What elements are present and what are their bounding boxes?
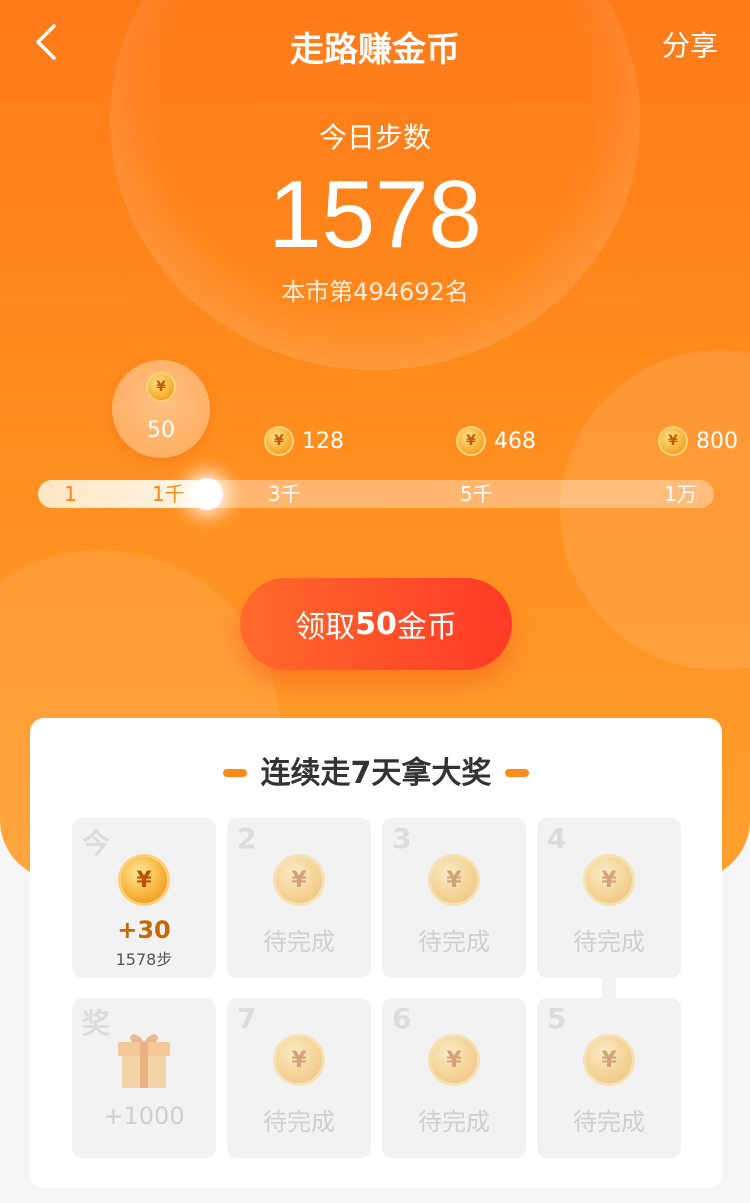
steps-count: 1578 <box>268 161 482 268</box>
city-rank: 本市第494692名 <box>281 278 469 306</box>
day-cell-5: 5 ¥ 待完成 <box>537 998 681 1158</box>
milestone-reward-label: 468 <box>494 428 536 454</box>
day-status: 待完成 <box>263 928 335 956</box>
milestone-reward-468: ¥ 468 <box>456 426 536 456</box>
day-label: 3 <box>392 822 412 855</box>
gift-box-icon <box>118 1034 170 1088</box>
coin-icon: ¥ <box>273 854 325 906</box>
title-dash-right <box>505 768 530 777</box>
coin-icon: ¥ <box>146 372 176 402</box>
milestone-reward-label: 128 <box>302 428 344 454</box>
day-status: 待完成 <box>573 928 645 956</box>
row-connector <box>602 978 616 998</box>
tick-label: 1万 <box>664 482 697 506</box>
claim-prefix: 领取 <box>295 610 356 645</box>
tick-label: 1千 <box>152 482 185 506</box>
tick-label: 5千 <box>460 482 493 506</box>
day-label: 4 <box>547 822 567 855</box>
day-cell-3: 3 ¥ 待完成 <box>382 818 526 978</box>
milestone-reward-128: ¥ 128 <box>264 426 344 456</box>
share-button[interactable]: 分享 <box>662 24 718 64</box>
current-milestone-bubble[interactable]: ¥ 50 <box>112 360 210 458</box>
streak-card: 连续走7天拿大奖 今 ¥ +30 1578步 2 ¥ 待完成 3 ¥ 待完成 4… <box>30 718 722 1188</box>
tick-label: 1 <box>64 482 77 506</box>
day-cell-7: 7 ¥ 待完成 <box>227 998 371 1158</box>
progress-knob <box>191 478 223 510</box>
day-cell-today[interactable]: 今 ¥ +30 1578步 <box>72 818 216 978</box>
claim-coins-button[interactable]: 领取 50 金币 <box>240 578 512 670</box>
streak-title-text: 连续走7天拿大奖 <box>260 756 492 791</box>
day-reward: +30 <box>117 916 171 944</box>
hero-blob-right <box>560 350 750 670</box>
day-label: 7 <box>237 1002 257 1035</box>
day-cell-6: 6 ¥ 待完成 <box>382 998 526 1158</box>
coin-icon: ¥ <box>583 854 635 906</box>
steps-label: 今日步数 <box>318 121 431 154</box>
streak-title: 连续走7天拿大奖 <box>30 748 722 792</box>
day-cell-2: 2 ¥ 待完成 <box>227 818 371 978</box>
coin-icon: ¥ <box>273 1034 325 1086</box>
day-status: 待完成 <box>418 1108 490 1136</box>
day-label: 6 <box>392 1002 412 1035</box>
day-status: 待完成 <box>573 1108 645 1136</box>
coin-icon: ¥ <box>428 1034 480 1086</box>
page-title: 走路赚金币 <box>290 30 460 70</box>
coin-icon: ¥ <box>118 854 170 906</box>
coin-icon: ¥ <box>583 1034 635 1086</box>
day-cell-prize: 奖 +1000 <box>72 998 216 1158</box>
day-status: 待完成 <box>418 928 490 956</box>
coin-icon: ¥ <box>264 426 294 456</box>
day-cell-4: 4 ¥ 待完成 <box>537 818 681 978</box>
day-steps: 1578步 <box>115 950 173 969</box>
day-label: 今 <box>82 827 111 860</box>
step-progress-bar: 1 1千 3千 5千 1万 <box>38 478 714 510</box>
prize-reward: +1000 <box>103 1102 185 1130</box>
day-label: 奖 <box>82 1007 111 1040</box>
top-bar: 走路赚金币 分享 <box>0 0 750 88</box>
claim-amount: 50 <box>355 606 397 642</box>
coin-icon: ¥ <box>658 426 688 456</box>
milestone-reward-label: 800 <box>696 428 738 454</box>
milestone-reward-800: ¥ 800 <box>658 426 738 456</box>
title-dash-left <box>222 768 247 777</box>
milestone-reward-label: 50 <box>147 418 175 443</box>
coin-icon: ¥ <box>428 854 480 906</box>
claim-suffix: 金币 <box>396 610 457 645</box>
day-label: 5 <box>547 1002 567 1035</box>
day-status: 待完成 <box>263 1108 335 1136</box>
day-label: 2 <box>237 822 257 855</box>
coin-icon: ¥ <box>456 426 486 456</box>
tick-label: 3千 <box>268 482 301 506</box>
